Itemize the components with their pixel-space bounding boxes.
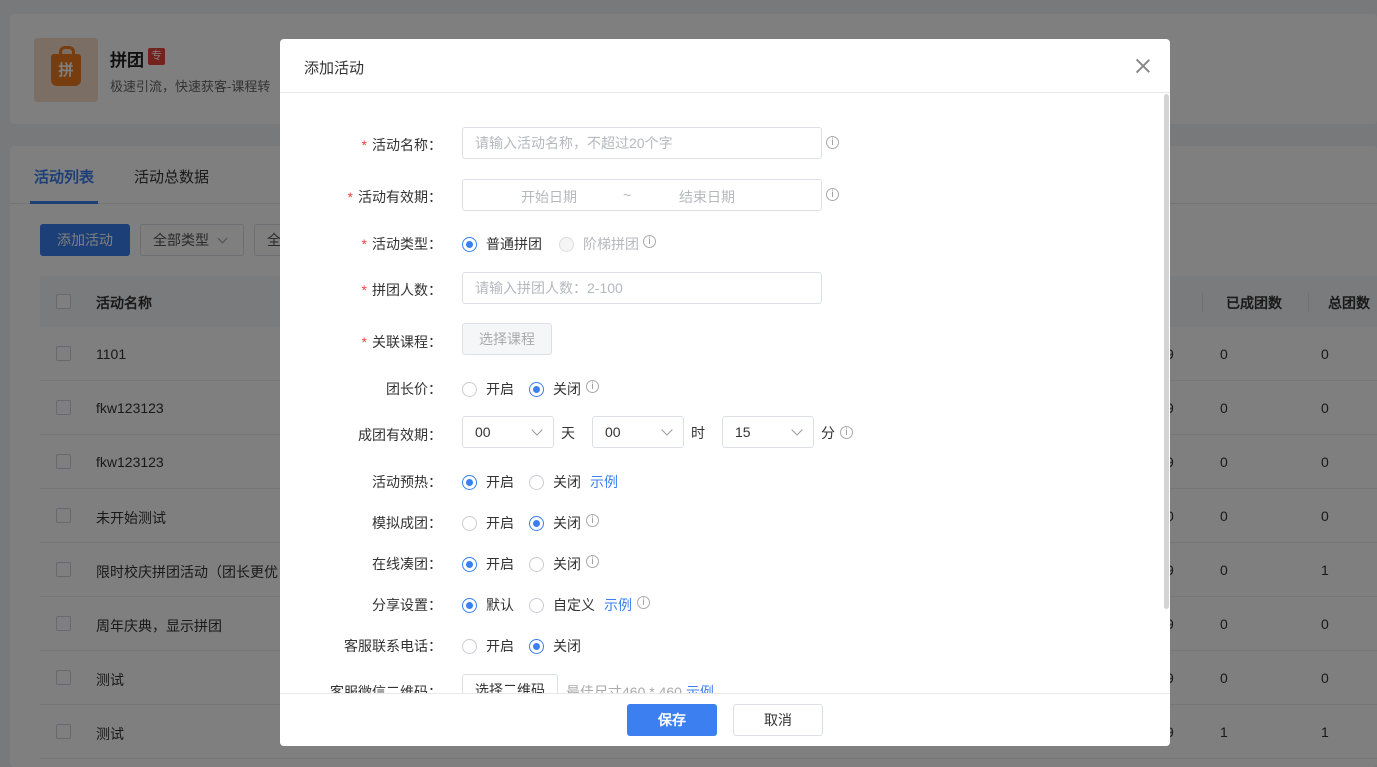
select-qr-button[interactable]: 选择二维码 <box>462 674 558 693</box>
service-phone-on-radio[interactable]: 开启 <box>462 636 514 656</box>
cancel-button[interactable]: 取消 <box>733 704 823 736</box>
qr-example-link[interactable]: 示例 <box>686 684 714 693</box>
activity-name-input[interactable] <box>462 127 822 159</box>
add-activity-dialog: 添加活动 *活动名称： i *活动有效期： 开始日期 ~ 结束日期 i *活动类… <box>280 39 1170 746</box>
scrollbar[interactable] <box>1164 94 1169 609</box>
minutes-unit: 分 <box>821 425 835 441</box>
hours-select[interactable]: 00 <box>592 416 684 448</box>
end-date-placeholder[interactable]: 结束日期 <box>679 187 735 207</box>
preheat-example-link[interactable]: 示例 <box>590 472 618 492</box>
activity-type-label: * 活动类型： <box>361 236 442 252</box>
days-unit: 天 <box>561 425 575 441</box>
share-example-link[interactable]: 示例 <box>604 595 632 615</box>
info-icon[interactable]: i <box>637 596 650 609</box>
activity-name-label: * 活动名称： <box>361 137 442 153</box>
info-icon[interactable]: i <box>586 380 599 393</box>
online-join-label: 在线凑团： <box>372 556 442 572</box>
simulate-off-radio[interactable]: 关闭 <box>529 513 581 533</box>
dialog-title: 添加活动 <box>304 60 365 77</box>
type-tiered-radio[interactable]: 阶梯拼团 <box>559 234 639 254</box>
share-default-radio[interactable]: 默认 <box>462 595 514 615</box>
preheat-on-radio[interactable]: 开启 <box>462 472 514 492</box>
info-icon[interactable]: i <box>586 555 599 568</box>
type-normal-radio[interactable]: 普通拼团 <box>462 234 542 254</box>
service-qr-label: 客服微信二维码： <box>330 684 442 693</box>
group-size-label: * 拼团人数： <box>361 282 442 298</box>
simulate-label: 模拟成团： <box>372 515 442 531</box>
leader-price-on-radio[interactable]: 开启 <box>462 379 514 399</box>
qr-size-hint: 最佳尺寸460 * 460 示例 <box>566 682 714 693</box>
related-course-label: * 关联课程： <box>361 334 442 350</box>
start-date-placeholder[interactable]: 开始日期 <box>521 187 577 207</box>
chevron-down-icon <box>791 424 803 436</box>
preheat-off-radio[interactable]: 关闭 <box>529 472 581 492</box>
online-join-off-radio[interactable]: 关闭 <box>529 554 581 574</box>
hours-unit: 时 <box>691 425 705 441</box>
simulate-on-radio[interactable]: 开启 <box>462 513 514 533</box>
info-icon[interactable]: i <box>840 426 853 439</box>
days-select[interactable]: 00 <box>462 416 554 448</box>
online-join-on-radio[interactable]: 开启 <box>462 554 514 574</box>
date-range-separator: ~ <box>623 187 632 203</box>
minutes-select[interactable]: 15 <box>722 416 814 448</box>
share-settings-label: 分享设置： <box>372 597 442 613</box>
dialog-footer: 保存 取消 <box>280 693 1170 746</box>
dialog-header: 添加活动 <box>280 39 1170 93</box>
leader-price-label: 团长价： <box>386 381 442 397</box>
leader-price-off-radio[interactable]: 关闭 <box>529 379 581 399</box>
info-icon[interactable]: i <box>643 235 656 248</box>
chevron-down-icon <box>531 424 543 436</box>
chevron-down-icon <box>661 424 673 436</box>
share-custom-radio[interactable]: 自定义 <box>529 595 595 615</box>
select-course-button[interactable]: 选择课程 <box>462 323 552 355</box>
group-validity-label: 成团有效期： <box>358 427 442 443</box>
group-size-input[interactable] <box>462 272 822 304</box>
save-button[interactable]: 保存 <box>627 704 717 736</box>
service-phone-off-radio[interactable]: 关闭 <box>529 636 581 656</box>
activity-period-label: * 活动有效期： <box>347 189 442 205</box>
date-range-picker[interactable]: 开始日期 ~ 结束日期 <box>462 179 822 211</box>
info-icon[interactable]: i <box>586 514 599 527</box>
info-icon[interactable]: i <box>826 188 839 201</box>
dialog-body: *活动名称： i *活动有效期： 开始日期 ~ 结束日期 i *活动类型： 普通… <box>280 94 1170 693</box>
service-phone-label: 客服联系电话： <box>344 638 442 654</box>
preheat-label: 活动预热： <box>372 474 442 490</box>
close-icon[interactable] <box>1134 57 1152 75</box>
info-icon[interactable]: i <box>826 136 839 149</box>
